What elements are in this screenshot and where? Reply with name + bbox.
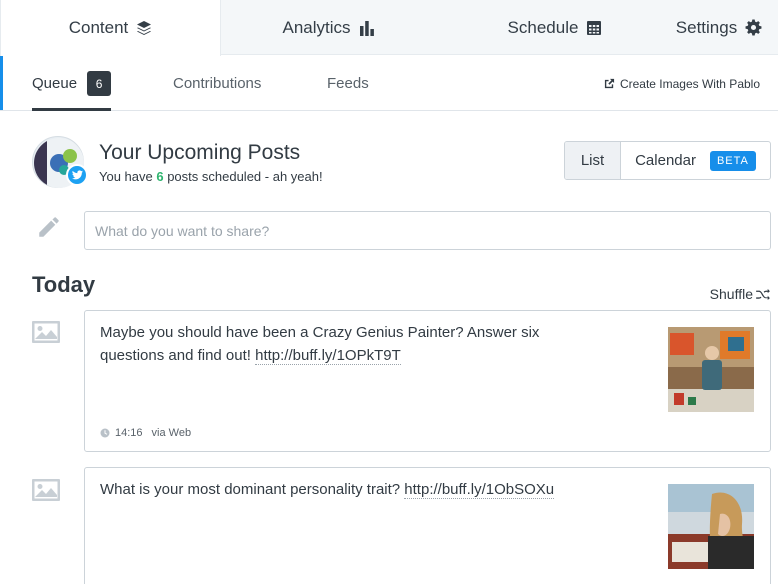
sub-tab-bar: Queue 6 Contributions Feeds Create Image… xyxy=(0,56,778,111)
list-view-label: List xyxy=(580,152,605,169)
summary-prefix: You have xyxy=(99,169,157,184)
post-time: 14:16 xyxy=(115,427,143,439)
calendar-view-label: Calendar xyxy=(635,152,696,169)
shuffle-icon xyxy=(756,288,770,300)
clock-icon xyxy=(100,428,110,438)
shuffle-button[interactable]: Shuffle xyxy=(710,286,770,302)
view-toggle: List Calendar BETA xyxy=(564,141,771,180)
scheduled-count: 6 xyxy=(156,169,164,184)
pablo-link-label: Create Images With Pablo xyxy=(619,76,760,91)
image-post-icon xyxy=(32,321,60,348)
queue-count-badge: 6 xyxy=(87,71,112,96)
beta-badge: BETA xyxy=(709,150,756,171)
tab-analytics-label: Analytics xyxy=(282,17,351,37)
create-images-pablo-link[interactable]: Create Images With Pablo xyxy=(604,56,760,111)
queued-post-card[interactable]: Maybe you should have been a Crazy Geniu… xyxy=(84,310,771,452)
tab-schedule-label: Schedule xyxy=(507,17,579,37)
tab-content[interactable]: Content xyxy=(0,0,221,56)
calendar-view-button[interactable]: Calendar BETA xyxy=(621,142,770,179)
tab-settings[interactable]: Settings xyxy=(660,0,778,55)
calendar-icon xyxy=(586,20,602,36)
shuffle-label: Shuffle xyxy=(709,286,753,302)
day-heading: Today xyxy=(32,272,96,297)
summary-suffix: posts scheduled - ah yeah! xyxy=(163,169,323,184)
tab-analytics[interactable]: Analytics xyxy=(221,0,436,55)
post-link[interactable]: http://buff.ly/1OPkT9T xyxy=(255,347,401,365)
post-text: Maybe you should have been a Crazy Geniu… xyxy=(100,321,580,367)
tab-queue-label: Queue xyxy=(32,75,78,92)
queued-post-card[interactable]: What is your most dominant personality t… xyxy=(84,467,771,584)
tab-feeds-label: Feeds xyxy=(327,75,369,92)
profile-avatar[interactable] xyxy=(32,136,88,188)
gear-icon xyxy=(745,19,762,36)
tab-contributions[interactable]: Contributions xyxy=(173,56,261,111)
bar-chart-icon xyxy=(359,20,375,36)
page-title: Your Upcoming Posts xyxy=(99,141,301,164)
external-link-icon xyxy=(604,78,615,89)
tab-queue[interactable]: Queue 6 xyxy=(32,56,112,111)
pencil-icon xyxy=(36,214,62,245)
reading-woman-photo xyxy=(668,484,754,569)
tab-content-label: Content xyxy=(68,18,129,37)
list-view-button[interactable]: List xyxy=(565,142,621,179)
painter-photo xyxy=(668,327,754,412)
twitter-icon xyxy=(66,164,88,186)
tab-settings-label: Settings xyxy=(675,17,738,37)
post-body: What is your most dominant personality t… xyxy=(100,481,405,498)
post-thumbnail[interactable] xyxy=(668,327,754,412)
image-post-icon xyxy=(32,479,60,506)
layers-icon xyxy=(136,20,152,36)
tab-contributions-label: Contributions xyxy=(173,75,262,92)
tab-schedule[interactable]: Schedule xyxy=(490,0,620,55)
post-via: via Web xyxy=(151,427,192,439)
post-thumbnail[interactable] xyxy=(668,484,754,569)
post-link[interactable]: http://buff.ly/1ObSOXu xyxy=(404,481,555,499)
post-text: What is your most dominant personality t… xyxy=(100,478,580,501)
post-meta: 14:16 via Web xyxy=(100,427,191,439)
posts-scheduled-summary: You have 6 posts scheduled - ah yeah! xyxy=(99,169,323,184)
tab-feeds[interactable]: Feeds xyxy=(327,56,369,111)
top-tab-bar: Content Analytics Schedule Settings xyxy=(0,0,778,56)
share-composer-input[interactable] xyxy=(84,211,771,250)
